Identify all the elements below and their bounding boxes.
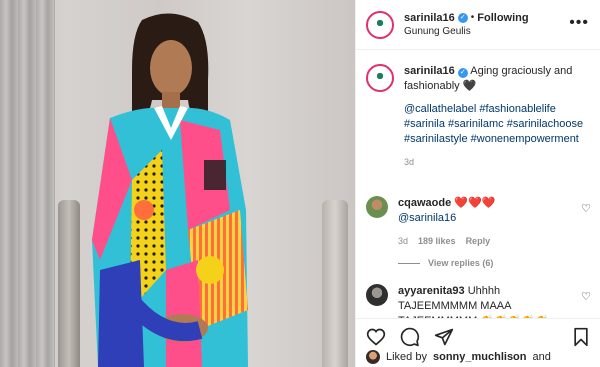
author-avatar[interactable]	[366, 10, 394, 39]
more-options-icon[interactable]: •••	[569, 14, 589, 32]
bookmark-icon[interactable]	[571, 327, 591, 347]
comment-username[interactable]: cqawaode	[398, 197, 451, 209]
caption-meta: 3d	[404, 155, 584, 170]
caption: sarinila16 ✓ Aging graciously and fashio…	[366, 64, 596, 170]
verified-icon: ✓	[457, 68, 468, 78]
caption-hashtags[interactable]: @callathelabel #fashionablelife #sarinil…	[404, 102, 584, 147]
heart-icon[interactable]	[366, 327, 386, 347]
liker-avatar[interactable]	[366, 350, 380, 364]
post-photo[interactable]	[0, 0, 355, 367]
liked-by-suffix: and	[532, 351, 551, 363]
author-username[interactable]: sarinila16	[404, 11, 455, 25]
comment-like-heart-icon[interactable]: ♡	[581, 290, 591, 303]
caption-time[interactable]: 3d	[404, 155, 414, 170]
following-button[interactable]: Following	[477, 11, 528, 25]
comment-icon[interactable]	[400, 327, 420, 347]
comment-time[interactable]: 3d	[398, 234, 408, 249]
comment-hearts: ❤️❤️❤️	[454, 197, 496, 209]
commenter-avatar[interactable]	[366, 196, 388, 218]
curtain	[0, 0, 55, 367]
view-replies[interactable]: View replies (6)	[398, 258, 493, 268]
caption-username[interactable]: sarinila16	[404, 65, 455, 77]
separator-dot: •	[470, 11, 475, 23]
post-header: sarinila16 ✓ • Following Gunung Geulis •…	[356, 0, 600, 50]
black-heart-emoji: 🖤	[462, 80, 477, 92]
comment-likes[interactable]: 189 likes	[418, 234, 456, 249]
commenter-avatar[interactable]	[366, 284, 388, 306]
chair-back-right	[322, 200, 348, 367]
comment-username[interactable]: ayyarenita93	[398, 285, 465, 297]
caption-avatar[interactable]	[366, 64, 394, 92]
comment-item: ayyarenita93 Uhhhh TAJEEMMMMM MAAA TAJEE…	[366, 284, 596, 318]
comment-mention[interactable]: @sarinila16	[398, 211, 578, 226]
liker-username[interactable]: sonny_muchlison	[433, 351, 527, 363]
comments-list[interactable]: sarinila16 ✓ Aging graciously and fashio…	[356, 50, 600, 318]
liked-by-line: Liked by sonny_muchlison and	[366, 350, 551, 364]
post-side-panel: sarinila16 ✓ • Following Gunung Geulis •…	[355, 0, 600, 367]
person-in-colorful-shirt	[92, 13, 248, 367]
comment-reply[interactable]: Reply	[466, 234, 491, 249]
liked-by-prefix: Liked by	[386, 351, 427, 363]
share-icon[interactable]	[434, 327, 454, 347]
verified-icon: ✓	[457, 12, 468, 23]
view-replies-label[interactable]: View replies (6)	[428, 258, 493, 268]
post-actions	[356, 318, 600, 354]
comment-like-heart-icon[interactable]: ♡	[581, 202, 591, 215]
comment-item: cqawaode ❤️❤️❤️ @sarinila16 3d 189 likes…	[366, 196, 596, 249]
location-link[interactable]: Gunung Geulis	[404, 25, 529, 39]
